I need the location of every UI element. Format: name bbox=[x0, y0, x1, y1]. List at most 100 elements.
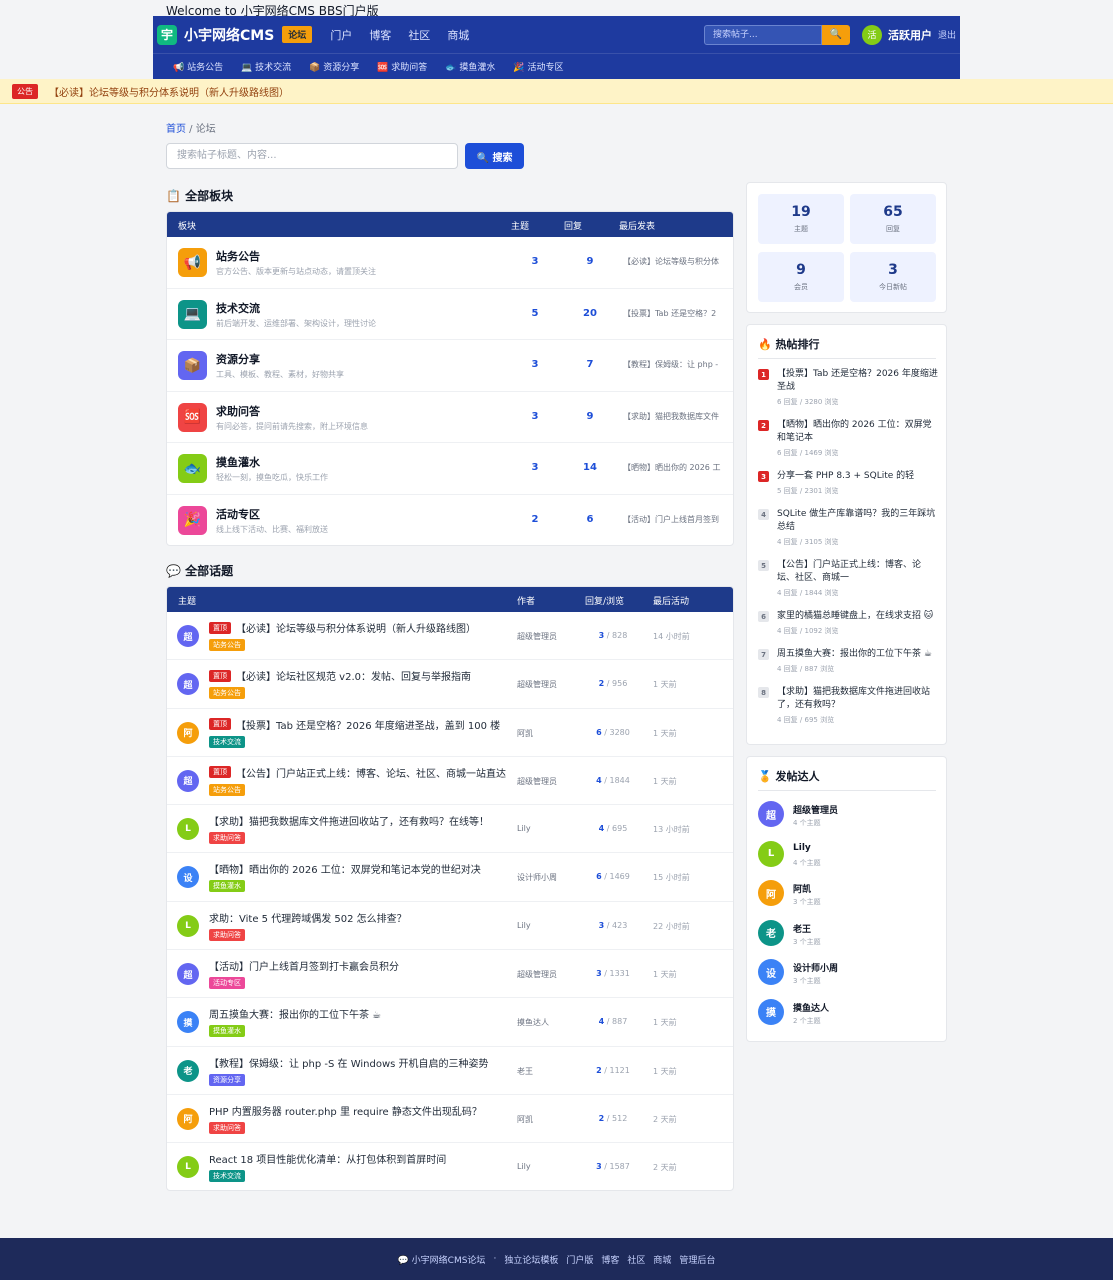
topic-board-tag[interactable]: 站务公告 bbox=[209, 687, 245, 700]
topic-row[interactable]: 超置顶 【公告】门户站正式上线：博客、论坛、社区、商城一站直达 站务公告 超级管理员 4… bbox=[167, 757, 733, 806]
author-avatar[interactable]: 超 bbox=[177, 625, 199, 647]
hot-post-title[interactable]: 周五摸鱼大赛：报出你的工位下午茶 ☕ bbox=[777, 648, 938, 661]
logout-link[interactable]: 退出 bbox=[938, 28, 956, 41]
topic-row[interactable]: 老【教程】保姆级：让 php -S 在 Windows 开机自启的三种姿势 资源分… bbox=[167, 1047, 733, 1095]
topic-title[interactable]: React 18 项目性能优化清单：从打包体积到首屏时间 bbox=[209, 1151, 446, 1166]
logo-icon[interactable]: 宇 bbox=[157, 24, 177, 45]
topic-row[interactable]: 阿 PHP 内置服务器 router.php 里 require 静态文件出现乱码… bbox=[167, 1095, 733, 1144]
topic-board-tag[interactable]: 技术交流 bbox=[209, 1170, 245, 1183]
forum-search-button[interactable]: 🔍 搜索 bbox=[465, 143, 524, 169]
topic-title[interactable]: PHP 内置服务器 router.php 里 require 静态文件出现乱码？ bbox=[209, 1103, 482, 1118]
forum-search-input[interactable]: 搜索帖子标题、内容... bbox=[166, 143, 458, 169]
board-name[interactable]: 技术交流 bbox=[216, 300, 260, 316]
author-avatar[interactable]: L bbox=[177, 1156, 199, 1179]
topic-row[interactable]: 摸周五摸鱼大赛：报出你的工位下午茶 ☕ 摸鱼灌水 摸鱼达人 4 / 887 1 天前 bbox=[167, 998, 733, 1047]
hot-post-title[interactable]: 【求助】猫把我数据库文件拖进回收站了，还有救吗？ bbox=[777, 686, 938, 712]
topic-author[interactable]: 超级管理员 bbox=[517, 969, 557, 980]
footer-link-template[interactable]: 独立论坛模板 bbox=[504, 1253, 558, 1266]
author-avatar[interactable]: 摸 bbox=[177, 1011, 199, 1034]
footer-link-community[interactable]: 社区 bbox=[627, 1253, 645, 1266]
board-last-post[interactable]: 【投票】Tab 还是空格？2 bbox=[623, 308, 727, 319]
board-last-post[interactable]: 【晒物】晒出你的 2026 工 bbox=[623, 462, 727, 473]
poster-avatar[interactable]: 老 bbox=[758, 919, 784, 946]
board-last-post[interactable]: 【活动】门户上线首月签到 bbox=[623, 514, 727, 525]
notice-link[interactable]: 【必读】论坛等级与积分体系说明（新人升级路线图） bbox=[49, 84, 289, 99]
topic-row[interactable]: 设【晒物】晒出你的 2026 工位：双屏党和笔记本党的世纪对决 摸鱼灌水 设计师小周… bbox=[167, 853, 733, 902]
nav-shop[interactable]: 商城 bbox=[447, 27, 469, 43]
board-nav-tech[interactable]: 💻 技术交流 bbox=[241, 60, 291, 73]
breadcrumb-home[interactable]: 首页 bbox=[166, 124, 186, 135]
topic-author[interactable]: 老王 bbox=[517, 1066, 533, 1077]
poster-avatar[interactable]: 摸 bbox=[758, 998, 784, 1025]
footer-link-portal[interactable]: 门户版 bbox=[566, 1253, 593, 1266]
topic-row[interactable]: 超置顶 【必读】论坛社区规范 v2.0：发帖、回复与举报指南 站务公告 超级管理员 2 … bbox=[167, 660, 733, 709]
topic-board-tag[interactable]: 摸鱼灌水 bbox=[209, 1025, 245, 1038]
board-nav-help[interactable]: 🆘 求助问答 bbox=[377, 60, 427, 73]
poster-name[interactable]: 摸鱼达人 bbox=[793, 1001, 829, 1014]
footer-link-shop[interactable]: 商城 bbox=[653, 1253, 671, 1266]
nav-blog[interactable]: 博客 bbox=[369, 27, 391, 43]
author-avatar[interactable]: 老 bbox=[177, 1059, 199, 1082]
poster-avatar[interactable]: 设 bbox=[758, 959, 784, 985]
hot-post-item[interactable]: 5 【公告】门户站正式上线：博客、论坛、社区、商城一 4 回复 / 1844 浏览 bbox=[758, 559, 938, 598]
top-poster-item[interactable]: 阿阿凯 3 个主题 bbox=[758, 880, 938, 910]
topic-row[interactable]: L React 18 项目性能优化清单：从打包体积到首屏时间 技术交流 Lily 3 /… bbox=[167, 1143, 733, 1190]
author-avatar[interactable]: 超 bbox=[177, 963, 199, 986]
topic-author[interactable]: 超级管理员 bbox=[517, 776, 557, 787]
board-last-post[interactable]: 【必读】论坛等级与积分体 bbox=[623, 256, 727, 267]
board-nav-resources[interactable]: 📦 资源分享 bbox=[309, 60, 359, 73]
topic-author[interactable]: 超级管理员 bbox=[517, 631, 557, 642]
topic-title[interactable]: 【公告】门户站正式上线：博客、论坛、社区、商城一站直达 bbox=[236, 765, 506, 780]
board-last-post[interactable]: 【教程】保姆级：让 php - bbox=[623, 359, 727, 370]
hot-post-item[interactable]: 8 【求助】猫把我数据库文件拖进回收站了，还有救吗？ 4 回复 / 695 浏览 bbox=[758, 686, 938, 725]
poster-name[interactable]: Lily bbox=[793, 843, 811, 853]
footer-link-blog[interactable]: 博客 bbox=[601, 1253, 619, 1266]
author-avatar[interactable]: L bbox=[177, 914, 199, 937]
top-poster-item[interactable]: 超超级管理员 4 个主题 bbox=[758, 801, 938, 831]
topic-author[interactable]: Lily bbox=[517, 824, 531, 833]
topic-title[interactable]: 【求助】猫把我数据库文件拖进回收站了，还有救吗？在线等！ bbox=[209, 813, 489, 828]
topic-title[interactable]: 【必读】论坛等级与积分体系说明（新人升级路线图） bbox=[236, 620, 476, 635]
topic-title[interactable]: 【投票】Tab 还是空格？2026 年度缩进圣战，盖到 100 楼 bbox=[236, 717, 500, 732]
author-avatar[interactable]: L bbox=[177, 818, 199, 841]
topic-author[interactable]: 阿凯 bbox=[517, 728, 533, 739]
topic-row[interactable]: 超【活动】门户上线首月签到打卡赢会员积分 活动专区 超级管理员 3 / 1331 1 天… bbox=[167, 950, 733, 999]
topic-author[interactable]: Lily bbox=[517, 1162, 531, 1171]
topic-title[interactable]: 【必读】论坛社区规范 v2.0：发帖、回复与举报指南 bbox=[236, 668, 471, 683]
user-avatar[interactable]: 活 bbox=[861, 24, 882, 45]
nav-portal[interactable]: 门户 bbox=[330, 27, 352, 43]
topic-board-tag[interactable]: 活动专区 bbox=[209, 977, 245, 990]
board-name[interactable]: 摸鱼灌水 bbox=[216, 454, 260, 470]
board-row[interactable]: 🆘 求助问答 有问必答，提问前请先搜索，附上环境信息 3 9 【求助】猫把我数据库文件 bbox=[167, 392, 733, 444]
poster-name[interactable]: 阿凯 bbox=[793, 882, 811, 895]
author-avatar[interactable]: 超 bbox=[177, 673, 199, 696]
top-poster-item[interactable]: 老老王 3 个主题 bbox=[758, 919, 938, 950]
board-name[interactable]: 站务公告 bbox=[216, 248, 260, 264]
topic-title[interactable]: 【晒物】晒出你的 2026 工位：双屏党和笔记本党的世纪对决 bbox=[209, 861, 481, 876]
topic-author[interactable]: 设计师小周 bbox=[517, 872, 557, 883]
topic-board-tag[interactable]: 求助问答 bbox=[209, 832, 245, 845]
topic-title[interactable]: 【活动】门户上线首月签到打卡赢会员积分 bbox=[209, 958, 399, 973]
hot-post-title[interactable]: 家里的橘猫总睡键盘上，在线求支招 🐱 bbox=[777, 610, 938, 623]
hot-post-title[interactable]: 分享一套 PHP 8.3 + SQLite 的轻 bbox=[777, 470, 938, 483]
poster-avatar[interactable]: L bbox=[758, 840, 784, 867]
hot-post-item[interactable]: 7 周五摸鱼大赛：报出你的工位下午茶 ☕ 4 回复 / 887 浏览 bbox=[758, 648, 938, 674]
nav-community[interactable]: 社区 bbox=[408, 27, 430, 43]
board-row[interactable]: 🐟 摸鱼灌水 轻松一刻，摸鱼吃瓜，快乐工作 3 14 【晒物】晒出你的 2026 工 bbox=[167, 443, 733, 495]
author-avatar[interactable]: 阿 bbox=[177, 1107, 199, 1130]
topic-board-tag[interactable]: 站务公告 bbox=[209, 783, 245, 796]
topic-board-tag[interactable]: 技术交流 bbox=[209, 735, 245, 748]
topic-author[interactable]: 摸鱼达人 bbox=[517, 1017, 549, 1028]
topic-row[interactable]: L 求助：Vite 5 代理跨域偶发 502 怎么排查？ 求助问答 Lily 3 / 4… bbox=[167, 902, 733, 951]
board-nav-announcements[interactable]: 📢 站务公告 bbox=[173, 60, 223, 73]
board-last-post[interactable]: 【求助】猫把我数据库文件 bbox=[623, 411, 727, 422]
poster-name[interactable]: 超级管理员 bbox=[793, 803, 838, 816]
board-row[interactable]: 🎉 活动专区 线上线下活动、比赛、福利放送 2 6 【活动】门户上线首月签到 bbox=[167, 495, 733, 545]
topic-title[interactable]: 【教程】保姆级：让 php -S 在 Windows 开机自启的三种姿势 bbox=[209, 1055, 489, 1070]
search-icon[interactable]: 🔍 bbox=[821, 24, 850, 45]
hot-post-title[interactable]: 【公告】门户站正式上线：博客、论坛、社区、商城一 bbox=[777, 559, 938, 585]
hot-post-item[interactable]: 6 家里的橘猫总睡键盘上，在线求支招 🐱 4 回复 / 1092 浏览 bbox=[758, 610, 938, 636]
topic-author[interactable]: Lily bbox=[517, 921, 531, 930]
author-avatar[interactable]: 设 bbox=[177, 866, 199, 889]
top-poster-item[interactable]: L Lily 4 个主题 bbox=[758, 840, 938, 871]
